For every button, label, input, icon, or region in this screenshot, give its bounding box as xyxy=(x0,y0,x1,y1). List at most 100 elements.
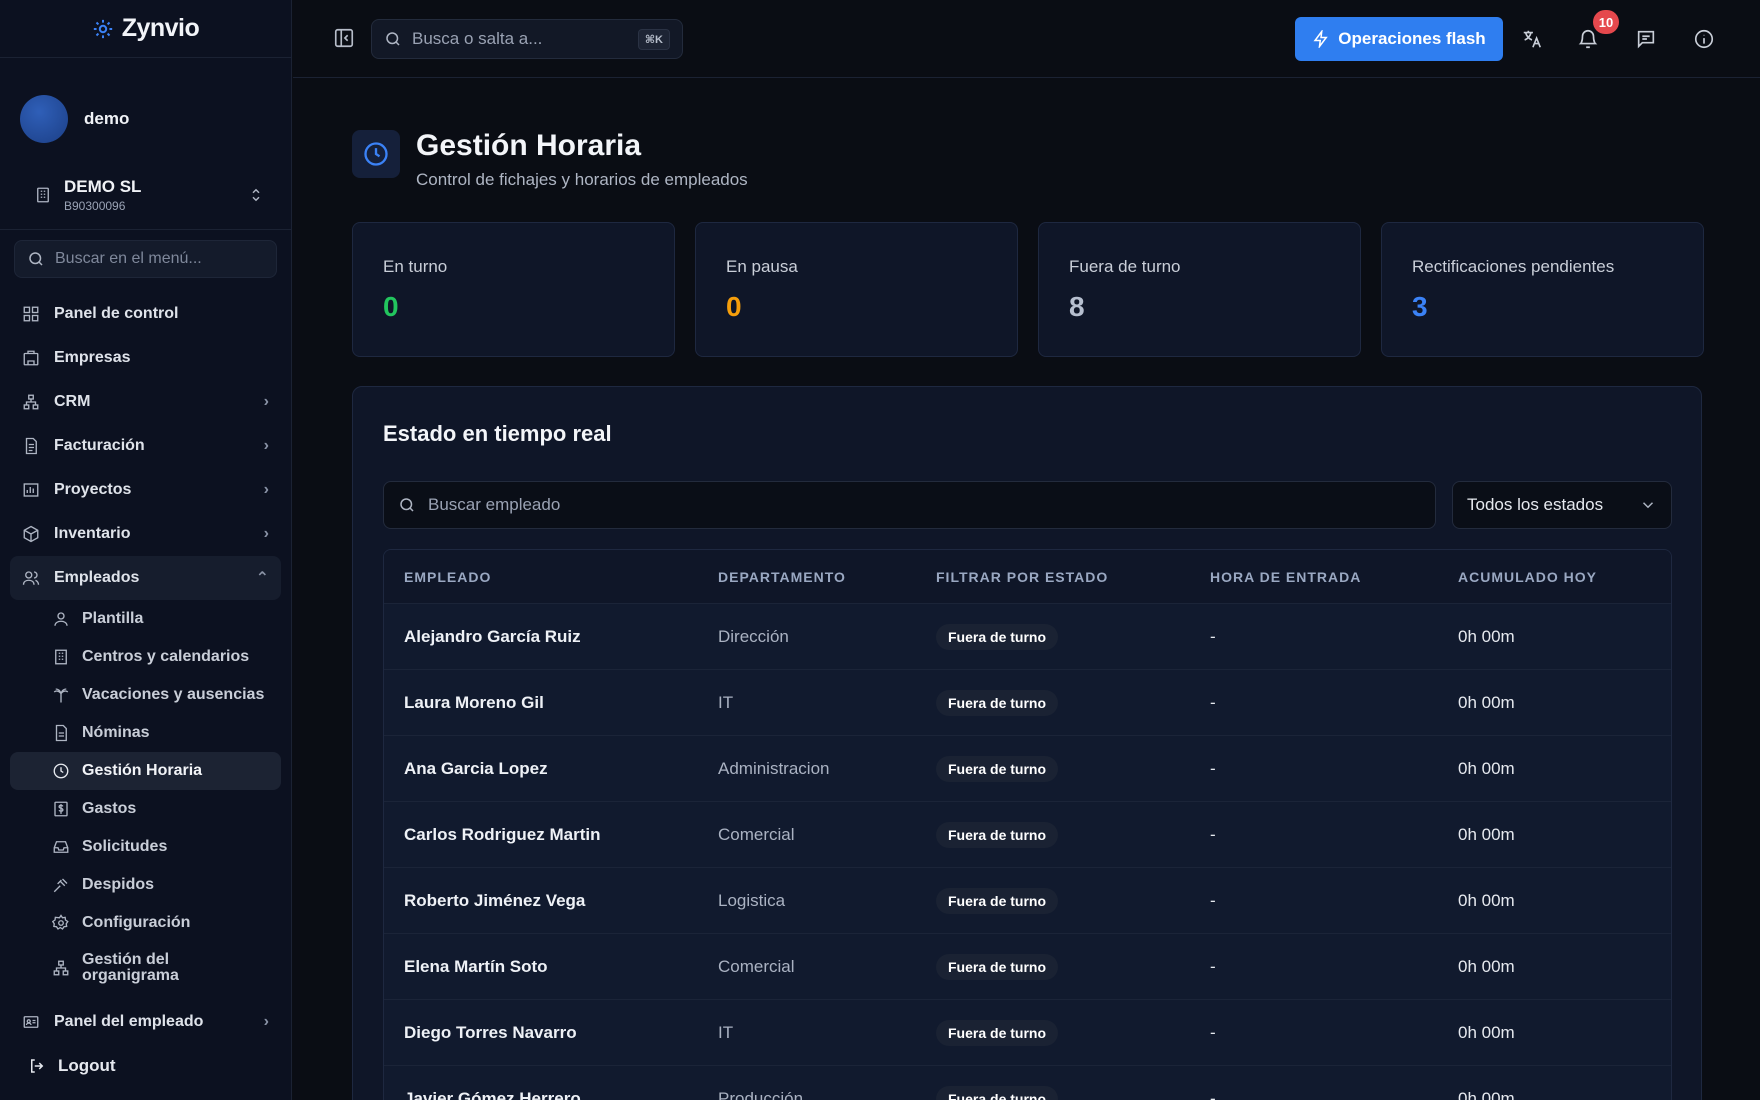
panel-title: Estado en tiempo real xyxy=(383,421,612,446)
chevron-right-icon: › xyxy=(263,393,269,410)
table-row[interactable]: Roberto Jiménez Vega Logistica Fuera de … xyxy=(384,868,1671,934)
search-icon xyxy=(386,32,400,46)
table-row[interactable]: Carlos Rodriguez Martin Comercial Fuera … xyxy=(384,802,1671,868)
sidebar-subitem-despidos[interactable]: Despidos xyxy=(10,866,281,904)
stat-card-fuera-de-turno: Fuera de turno 8 xyxy=(1038,222,1361,357)
global-search-input[interactable]: Busca o salta a... ⌘K xyxy=(371,19,683,59)
sidebar-item-label: Inventario xyxy=(54,525,131,542)
stat-value: 8 xyxy=(1069,291,1085,322)
sidebar-toggle-icon[interactable] xyxy=(333,27,355,49)
employee-name: Laura Moreno Gil xyxy=(404,692,544,712)
employee-department: IT xyxy=(718,1022,734,1042)
status-badge: Fuera de turno xyxy=(936,689,1059,716)
building-icon xyxy=(55,649,67,665)
sidebar-item-label: Panel del empleado xyxy=(54,1013,204,1030)
employee-search-placeholder: Buscar empleado xyxy=(428,495,561,514)
sidebar-item-label: Panel de control xyxy=(54,305,179,322)
bell-icon[interactable] xyxy=(1577,28,1599,50)
sidebar-subitem-centros[interactable]: Centros y calendarios xyxy=(10,638,281,676)
sidebar-item-label: Facturación xyxy=(54,437,145,454)
stat-label: En pausa xyxy=(726,257,798,276)
employee-department: IT xyxy=(718,692,734,712)
status-cell: Fuera de turno xyxy=(916,953,1190,980)
table-row[interactable]: Alejandro García Ruiz Dirección Fuera de… xyxy=(384,604,1671,670)
topbar: Busca o salta a... ⌘K Operaciones flash … xyxy=(293,0,1760,78)
invoice-icon xyxy=(25,437,37,455)
sidebar-item-panel-de-control[interactable]: Panel de control xyxy=(10,292,281,336)
accumulated-today: 0h 00m xyxy=(1458,890,1515,910)
sidebar-item-proyectos[interactable]: Proyectos › xyxy=(10,468,281,512)
accumulated-today: 0h 00m xyxy=(1458,956,1515,976)
accumulated-today: 0h 00m xyxy=(1458,824,1515,844)
sidebar-item-empresas[interactable]: Empresas xyxy=(10,336,281,380)
sidebar-subitem-label: Plantilla xyxy=(82,610,144,627)
table-header: EMPLEADO DEPARTAMENTO FILTRAR POR ESTADO… xyxy=(384,550,1671,604)
chevron-right-icon: › xyxy=(263,481,269,498)
page-title: Gestión Horaria xyxy=(416,129,642,162)
entry-time: - xyxy=(1210,824,1216,844)
receipt-dollar-icon xyxy=(54,801,68,817)
employee-name: Elena Martín Soto xyxy=(404,956,548,976)
column-header[interactable]: EMPLEADO xyxy=(384,569,698,585)
translate-icon[interactable] xyxy=(1521,28,1543,50)
sidebar-subitem-plantilla[interactable]: Plantilla xyxy=(10,600,281,638)
employee-department: Comercial xyxy=(718,824,795,844)
sidebar-subitem-configuracion[interactable]: Configuración xyxy=(10,904,281,942)
sidebar-subitem-solicitudes[interactable]: Solicitudes xyxy=(10,828,281,866)
column-header[interactable]: DEPARTAMENTO xyxy=(698,569,916,585)
sidebar-item-crm[interactable]: CRM › xyxy=(10,380,281,424)
logout-button[interactable]: Logout xyxy=(28,1056,116,1076)
status-cell: Fuera de turno xyxy=(916,821,1190,848)
column-header[interactable]: FILTRAR POR ESTADO xyxy=(916,569,1190,585)
column-header[interactable]: HORA DE ENTRADA xyxy=(1190,569,1438,585)
sidebar-subitem-label: Configuración xyxy=(82,914,191,931)
company-switcher[interactable]: DEMO SL B90300096 xyxy=(0,160,291,230)
sidebar-subitem-nominas[interactable]: Nóminas xyxy=(10,714,281,752)
menu-search-input[interactable]: Buscar en el menú... xyxy=(14,240,277,278)
sidebar-item-inventario[interactable]: Inventario › xyxy=(10,512,281,556)
clock-icon xyxy=(53,763,69,779)
gear-icon xyxy=(52,914,69,930)
sidebar-subitem-vacaciones[interactable]: Vacaciones y ausencias xyxy=(10,676,281,714)
user-profile[interactable]: demo xyxy=(0,58,291,160)
page-header: Gestión Horaria Control de fichajes y ho… xyxy=(352,130,748,190)
table-row[interactable]: Elena Martín Soto Comercial Fuera de tur… xyxy=(384,934,1671,1000)
sidebar-item-facturacion[interactable]: Facturación › xyxy=(10,424,281,468)
entry-time: - xyxy=(1210,1088,1216,1100)
chat-icon[interactable] xyxy=(1635,28,1657,50)
flash-operations-button[interactable]: Operaciones flash xyxy=(1295,17,1503,61)
table-body: Alejandro García Ruiz Dirección Fuera de… xyxy=(384,604,1671,1100)
column-header[interactable]: ACUMULADO HOY xyxy=(1438,569,1671,585)
stat-value: 3 xyxy=(1412,291,1428,322)
sidebar-subitem-gastos[interactable]: Gastos xyxy=(10,790,281,828)
entry-time: - xyxy=(1210,890,1216,910)
table-row[interactable]: Javier Gómez Herrero Producción Fuera de… xyxy=(384,1066,1671,1100)
info-icon[interactable] xyxy=(1693,28,1715,50)
table-row[interactable]: Diego Torres Navarro IT Fuera de turno -… xyxy=(384,1000,1671,1066)
employee-department: Producción xyxy=(718,1088,804,1100)
status-cell: Fuera de turno xyxy=(916,623,1190,650)
employee-name: Roberto Jiménez Vega xyxy=(404,890,586,910)
lightning-icon xyxy=(1313,30,1329,48)
sidebar-subitem-label: Despidos xyxy=(82,876,155,893)
table-row[interactable]: Laura Moreno Gil IT Fuera de turno - 0h … xyxy=(384,670,1671,736)
sidebar-item-empleados[interactable]: Empleados ⌃ xyxy=(10,556,281,600)
chevron-right-icon: › xyxy=(263,1013,269,1030)
shortcut-hint: ⌘K xyxy=(637,28,670,50)
chart-board-icon xyxy=(23,483,39,497)
sidebar-subitem-organigrama[interactable]: Gestión del organigrama xyxy=(10,942,281,994)
employee-department: Dirección xyxy=(718,626,789,646)
chevron-right-icon: › xyxy=(263,525,269,542)
sidebar-item-panel-del-empleado[interactable]: Panel del empleado › xyxy=(10,1000,281,1044)
chevron-down-icon xyxy=(1642,502,1654,509)
state-filter-select[interactable]: Todos los estados xyxy=(1452,481,1672,529)
box-icon xyxy=(23,525,39,543)
table-row[interactable]: Ana Garcia Lopez Administracion Fuera de… xyxy=(384,736,1671,802)
logo[interactable]: Zynvio xyxy=(0,0,291,58)
stat-label: En turno xyxy=(383,257,448,276)
employee-name: Alejandro García Ruiz xyxy=(404,626,581,646)
label-line-2: organigrama xyxy=(82,967,179,984)
employee-search-input[interactable]: Buscar empleado xyxy=(383,481,1436,529)
sidebar-subitem-gestion-horaria[interactable]: Gestión Horaria xyxy=(10,752,281,790)
building-icon xyxy=(37,187,49,202)
